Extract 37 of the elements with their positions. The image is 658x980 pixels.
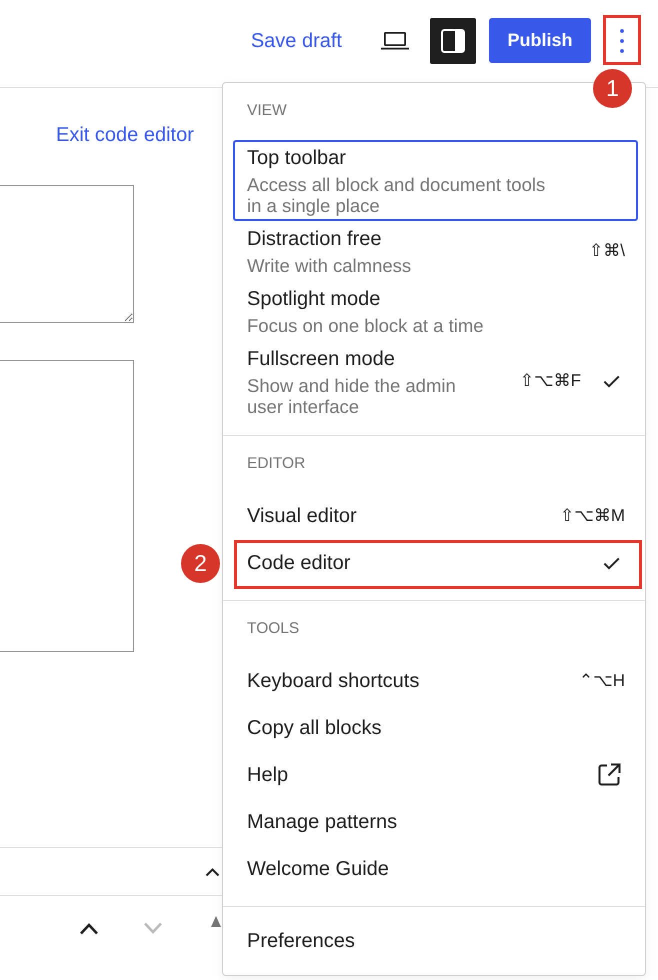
section-heading: TOOLS bbox=[246, 619, 300, 639]
item-description: Focus on one block at a time bbox=[247, 315, 485, 336]
menu-item[interactable]: Spotlight mode Focus on one block at a time bbox=[233, 281, 638, 341]
menu-item[interactable]: Preferences bbox=[233, 918, 638, 965]
section-heading: EDITOR bbox=[246, 454, 306, 474]
caret-icon[interactable] bbox=[205, 866, 220, 876]
menu-item[interactable]: Manage patterns bbox=[233, 799, 638, 846]
menu-item[interactable]: Keyboard shortcuts ⌃⌥H bbox=[233, 658, 638, 705]
keyboard-shortcut: ⌃⌥H bbox=[578, 670, 625, 692]
sidebar-toggle-button[interactable] bbox=[430, 18, 476, 64]
keyboard-shortcut: ⇧⌥⌘F bbox=[520, 370, 581, 392]
item-description: Show and hide the admin user interface bbox=[247, 375, 457, 417]
menu-item[interactable]: Visual editor ⇧⌥⌘M bbox=[233, 493, 638, 540]
step-marker: 1 bbox=[593, 68, 632, 108]
menu-item[interactable]: Code editor bbox=[233, 540, 638, 587]
item-description: Write with calmness bbox=[247, 255, 412, 276]
chevron-up-icon[interactable] bbox=[79, 922, 99, 935]
step-marker: 2 bbox=[181, 544, 220, 583]
menu-item[interactable]: Help bbox=[233, 752, 638, 799]
save-draft-link[interactable]: Save draft bbox=[242, 22, 350, 58]
item-description: Access all block and document tools in a single place bbox=[247, 174, 546, 216]
menu-item[interactable]: Fullscreen mode Show and hide the admin user interface ⇧⌥⌘F bbox=[233, 341, 638, 422]
menu-item[interactable]: Copy all blocks bbox=[233, 705, 638, 752]
keyboard-shortcut: ⇧⌥⌘M bbox=[560, 505, 625, 527]
publish-button[interactable]: Publish bbox=[489, 18, 591, 63]
menu-item[interactable]: Top toolbar Access all block and document tools in a single place bbox=[233, 140, 638, 221]
more-options-icon[interactable] bbox=[620, 28, 624, 52]
exit-code-editor-link[interactable]: Exit code editor bbox=[48, 117, 202, 153]
keyboard-shortcut: ⇧⌘\ bbox=[589, 240, 625, 262]
menu-item[interactable]: Distraction free Write with calmness ⇧⌘\ bbox=[233, 221, 638, 281]
external-link-icon bbox=[596, 762, 622, 788]
panel-icon bbox=[440, 28, 466, 54]
text-area[interactable] bbox=[0, 185, 134, 323]
triangle-icon[interactable] bbox=[211, 916, 221, 927]
laptop-icon[interactable] bbox=[381, 31, 409, 50]
menu-item[interactable]: Welcome Guide bbox=[233, 846, 638, 893]
section-heading: VIEW bbox=[246, 101, 288, 121]
